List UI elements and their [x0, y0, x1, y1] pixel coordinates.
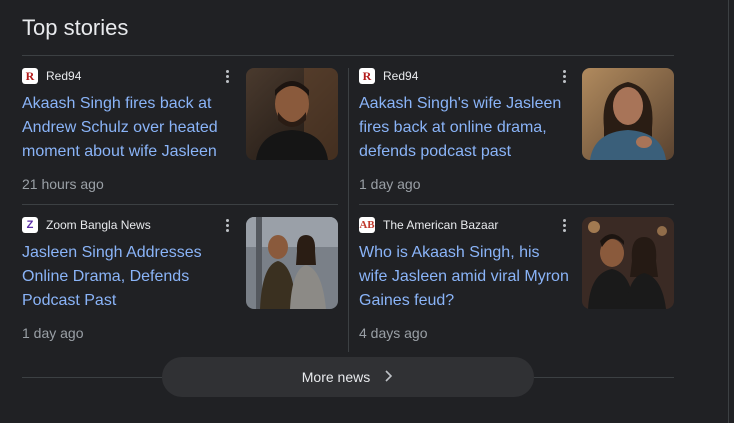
story-thumbnail[interactable] — [582, 68, 674, 160]
story-time: 21 hours ago — [22, 176, 104, 192]
more-options-icon[interactable] — [559, 217, 569, 233]
story-card[interactable]: R Red94 Aakash Singh's wife Jasleen fire… — [359, 68, 675, 208]
story-time: 1 day ago — [359, 176, 421, 192]
section-title: Top stories — [22, 15, 129, 40]
story-thumbnail[interactable] — [246, 68, 338, 160]
story-source[interactable]: R Red94 — [359, 68, 418, 84]
story-card[interactable]: R Red94 Akaash Singh fires back at Andre… — [22, 68, 338, 208]
story-time: 4 days ago — [359, 325, 428, 341]
more-options-icon[interactable] — [222, 68, 232, 84]
footer-divider-right — [534, 377, 674, 378]
story-source[interactable]: Z Zoom Bangla News — [22, 217, 151, 233]
top-stories-panel: Top stories R Red94 Akaash Singh fires b… — [0, 0, 734, 423]
story-headline[interactable]: Aakash Singh's wife Jasleen fires back a… — [359, 92, 569, 164]
story-source[interactable]: AB The American Bazaar — [359, 217, 498, 233]
red94-logo-icon: R — [22, 68, 38, 84]
story-headline[interactable]: Akaash Singh fires back at Andrew Schulz… — [22, 92, 232, 164]
zoom-bangla-logo-icon: Z — [22, 217, 38, 233]
more-options-icon[interactable] — [222, 217, 232, 233]
story-headline[interactable]: Jasleen Singh Addresses Online Drama, De… — [22, 241, 232, 313]
story-thumbnail[interactable] — [246, 217, 338, 309]
story-source[interactable]: R Red94 — [22, 68, 81, 84]
more-options-icon[interactable] — [559, 68, 569, 84]
chevron-right-icon — [384, 369, 394, 385]
story-time: 1 day ago — [22, 325, 84, 341]
footer-divider-left — [22, 377, 162, 378]
red94-logo-icon: R — [359, 68, 375, 84]
story-headline[interactable]: Who is Akaash Singh, his wife Jasleen am… — [359, 241, 569, 313]
story-card[interactable]: Z Zoom Bangla News Jasleen Singh Address… — [22, 217, 338, 357]
more-news-button[interactable]: More news — [162, 357, 534, 397]
story-card[interactable]: AB The American Bazaar Who is Akaash Sin… — [359, 217, 675, 357]
source-name: Zoom Bangla News — [46, 218, 151, 232]
header-divider — [22, 55, 674, 56]
american-bazaar-logo-icon: AB — [359, 217, 375, 233]
source-name: Red94 — [383, 69, 419, 83]
story-thumbnail[interactable] — [582, 217, 674, 309]
column-divider — [348, 68, 349, 352]
more-news-label: More news — [301, 369, 371, 385]
scrollbar-track[interactable] — [728, 0, 729, 423]
source-name: The American Bazaar — [383, 218, 499, 232]
source-name: Red94 — [46, 69, 82, 83]
